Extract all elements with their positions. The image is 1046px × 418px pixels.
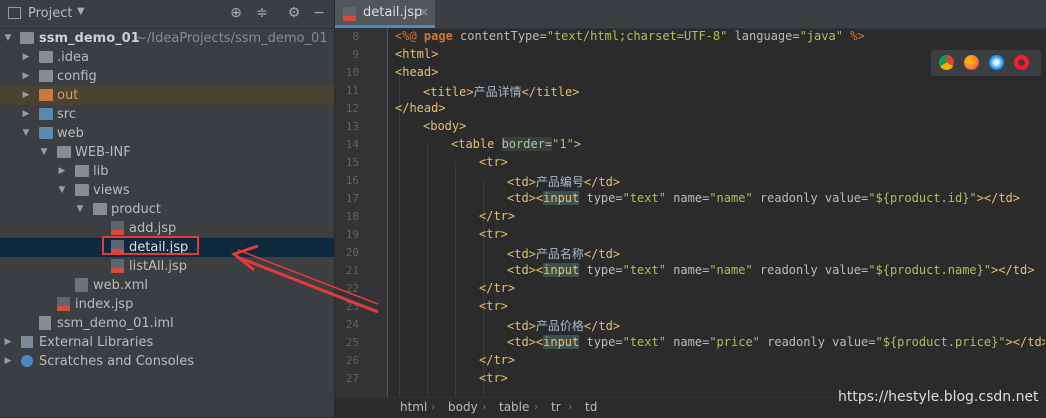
- arrow-icon: [230, 244, 379, 314]
- annotation-arrow: [230, 244, 379, 314]
